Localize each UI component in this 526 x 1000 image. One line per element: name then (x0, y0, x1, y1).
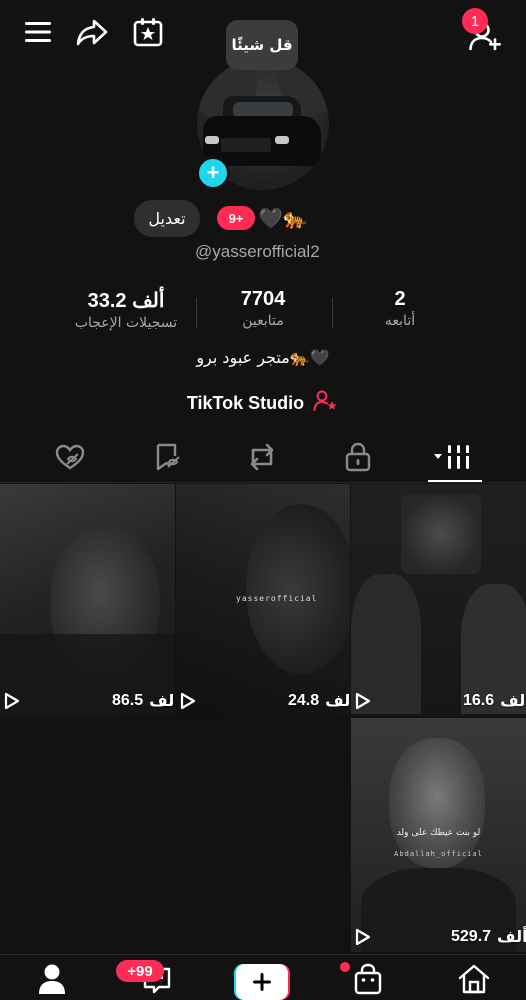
notification-badge: 1 (462, 8, 488, 34)
shop-icon (354, 963, 382, 995)
play-icon (180, 692, 196, 709)
favorites-icon (156, 443, 180, 471)
stat-divider (196, 298, 197, 328)
followers-label: متابعين (242, 313, 284, 329)
private-lock-icon (345, 442, 371, 472)
tabs-divider (0, 482, 526, 483)
content-tabs (0, 432, 526, 482)
following-value: 2 (394, 288, 406, 310)
profile-bio: متجر عبود برو🐅🖤 (196, 348, 330, 367)
studio-label: TikTok Studio (186, 393, 305, 413)
say-something-tooltip[interactable]: قل شيئًا (226, 20, 298, 70)
tab-videos[interactable] (424, 432, 484, 482)
tiktok-studio-link[interactable]: TikTok Studio (0, 390, 526, 414)
likes-label: تسجيلات الإعجاب (74, 315, 178, 331)
tab-liked[interactable] (40, 432, 100, 482)
video-thumbnail[interactable]: لو بنت عيطك على ولد Abdallah_official 52… (351, 718, 526, 952)
tab-favorites[interactable] (138, 432, 198, 482)
play-icon (355, 692, 371, 709)
view-count: 24.8 (288, 691, 320, 709)
share-icon[interactable] (74, 14, 110, 50)
nav-home[interactable] (444, 959, 504, 999)
following-label: أتابعه (384, 313, 416, 329)
add-photo-button[interactable]: + (196, 156, 230, 190)
home-icon (458, 964, 490, 994)
menu-icon[interactable] (20, 14, 56, 50)
tab-reposts[interactable] (232, 432, 292, 482)
watermark: yasserofficial (236, 594, 318, 603)
view-unit: ألف (497, 927, 526, 946)
play-icon (355, 928, 371, 945)
video-thumbnail[interactable]: 16.6 ألف (351, 484, 526, 716)
video-thumbnail[interactable]: 86.5 ألف (0, 484, 175, 716)
nav-profile[interactable] (22, 959, 82, 999)
view-count: 86.5 (112, 691, 144, 709)
video-thumbnail[interactable]: yasserofficial 24.8 ألف (176, 484, 350, 716)
view-unit: ألف (325, 691, 350, 710)
view-unit: ألف (500, 691, 526, 710)
edit-profile-button[interactable]: تعديل (134, 200, 200, 237)
view-count: 529.7 (451, 927, 492, 945)
tab-private[interactable] (328, 432, 388, 482)
create-icon (234, 964, 290, 1000)
repost-icon (250, 443, 274, 471)
watermark: Abdallah_official (394, 850, 483, 858)
create-button[interactable] (232, 962, 292, 1000)
video-caption: لو بنت عيطك على ولد (396, 828, 481, 838)
shop-notification-dot (340, 962, 350, 972)
username-handle: @yasserofficial2 (195, 242, 320, 261)
calendar-star-icon[interactable] (130, 14, 166, 50)
studio-person-icon (313, 390, 337, 411)
view-unit: ألف (149, 691, 175, 710)
liked-hidden-icon (55, 444, 85, 470)
emoji-label: 🖤🐅 (258, 206, 308, 230)
play-icon (4, 692, 20, 709)
likes-stat[interactable]: 33.2 ألف تسجيلات الإعجاب (56, 288, 196, 331)
following-stat[interactable]: 2 أتابعه (360, 288, 440, 329)
likes-value: 33.2 ألف (87, 290, 165, 312)
grid-icon (434, 445, 472, 469)
status-badge[interactable]: 9+ (217, 206, 255, 230)
profile-icon (39, 964, 65, 994)
stat-divider (332, 298, 333, 328)
followers-value: 7704 (240, 288, 286, 310)
view-count: 16.6 (463, 691, 495, 709)
followers-stat[interactable]: 7704 متابعين (210, 288, 316, 329)
inbox-badge: +99 (116, 960, 164, 982)
